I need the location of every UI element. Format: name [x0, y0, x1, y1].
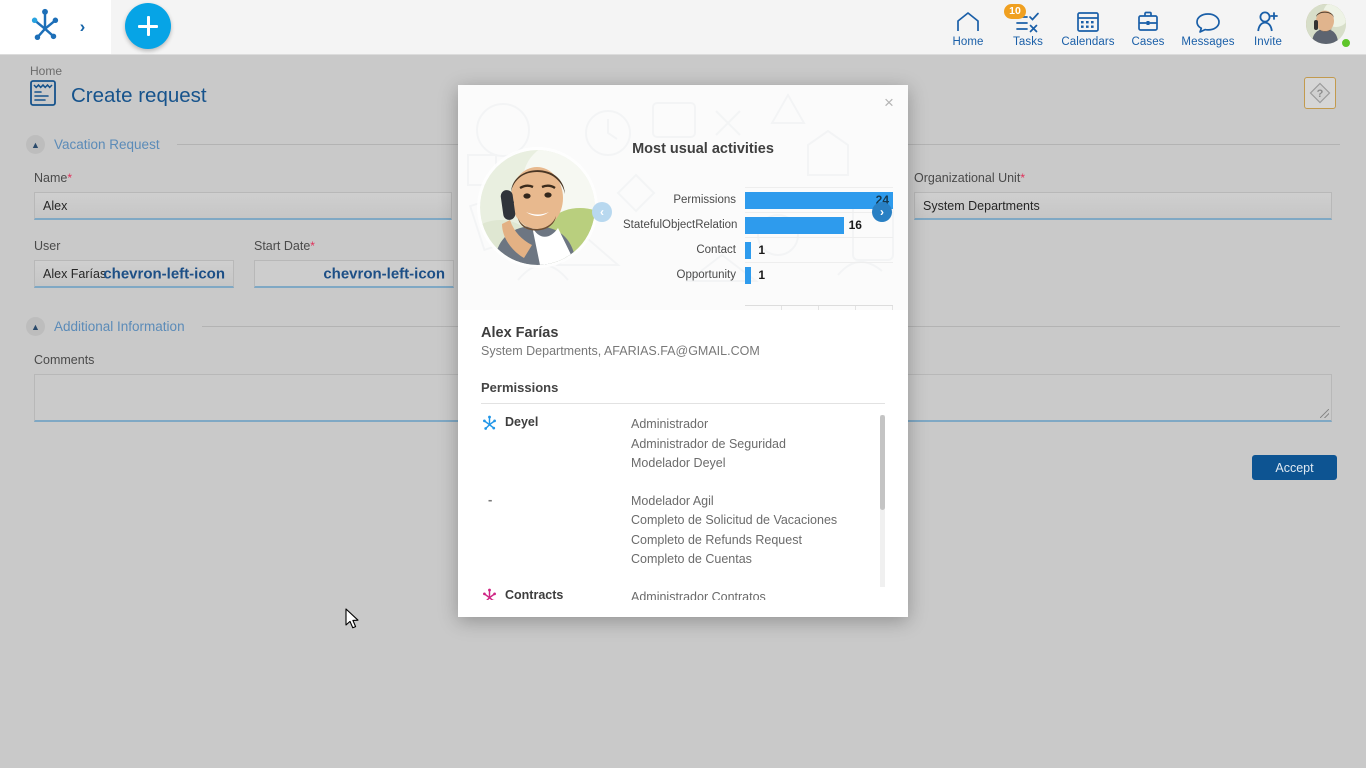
- permission-app-name: -: [481, 492, 492, 507]
- chart-category-label: StatefulObjectRelation: [623, 219, 745, 231]
- chart-bar-value: 1: [758, 242, 765, 259]
- permission-role: Completo de Refunds Request: [631, 531, 885, 551]
- permission-roles: Administrador Contratos: [631, 588, 885, 601]
- permission-group: - Modelador Agil Completo de Solicitud d…: [481, 492, 885, 570]
- permission-app-name: Deyel: [505, 415, 538, 429]
- chart-plot-area: 16: [745, 212, 893, 237]
- chart-plot-area: 1: [745, 262, 893, 287]
- chart-category-label: Contact: [623, 244, 745, 256]
- modal-body: Alex Farías System Departments, AFARIAS.…: [458, 310, 908, 617]
- permission-roles: Modelador Agil Completo de Solicitud de …: [631, 492, 885, 570]
- chart-bar-value: 16: [849, 217, 862, 234]
- permission-app: Contracts: [481, 588, 631, 601]
- next-contact-button[interactable]: ›: [872, 202, 892, 222]
- chart-bar: [745, 217, 844, 234]
- modal-header-chart-area: × Most usual activities: [458, 85, 908, 310]
- app-root: › Home 10: [0, 0, 1366, 768]
- chart-row: Contact 1: [623, 237, 893, 262]
- chart-bar: [745, 267, 751, 284]
- permission-role: Completo de Solicitud de Vacaciones: [631, 511, 885, 531]
- chart-plot-area: 24: [745, 187, 893, 212]
- permissions-scrollbar-thumb[interactable]: [880, 415, 885, 510]
- permission-app: Deyel: [481, 415, 631, 474]
- chart-x-axis: [745, 305, 893, 310]
- chart-bar: [745, 192, 893, 209]
- deyel-logo-icon: [481, 415, 498, 434]
- chart-row: StatefulObjectRelation 16: [623, 212, 893, 237]
- modal-overlay: × Most usual activities: [0, 0, 1366, 768]
- chart-row: Opportunity 1: [623, 262, 893, 287]
- chart-category-label: Opportunity: [623, 269, 745, 281]
- permission-roles: Administrador Administrador de Seguridad…: [631, 415, 885, 474]
- permission-app-name: Contracts: [505, 588, 563, 601]
- permission-app: -: [481, 492, 631, 570]
- contact-card-modal: × Most usual activities: [458, 85, 908, 617]
- close-icon[interactable]: ×: [879, 94, 899, 114]
- chart-bar-value: 1: [758, 267, 765, 284]
- chart-bar: [745, 242, 751, 259]
- chart-category-label: Permissions: [623, 194, 745, 206]
- permission-group: Deyel Administrador Administrador de Seg…: [481, 415, 885, 474]
- contact-name: Alex Farías: [481, 325, 885, 341]
- permission-role: Administrador: [631, 415, 885, 435]
- prev-contact-button[interactable]: ‹: [592, 202, 612, 222]
- permission-role: Modelador Agil: [631, 492, 885, 512]
- permission-role: Administrador de Seguridad: [631, 435, 885, 455]
- chart-row: Permissions 24: [623, 187, 893, 212]
- contact-photo: [480, 150, 595, 265]
- permission-role: Modelador Deyel: [631, 454, 885, 474]
- permissions-list: Deyel Administrador Administrador de Seg…: [481, 415, 885, 600]
- contracts-logo-icon: [481, 588, 498, 601]
- contact-subtitle: System Departments, AFARIAS.FA@GMAIL.COM: [481, 344, 885, 358]
- permissions-section-header: Permissions: [481, 380, 885, 404]
- most-usual-activities-chart: Permissions 24 StatefulObjectRelation 16: [623, 187, 893, 305]
- permission-role: Administrador Contratos: [631, 588, 885, 601]
- mouse-cursor: [345, 608, 363, 632]
- chart-plot-area: 1: [745, 237, 893, 262]
- permission-role: Completo de Cuentas: [631, 550, 885, 570]
- permission-group: Contracts Administrador Contratos: [481, 588, 885, 601]
